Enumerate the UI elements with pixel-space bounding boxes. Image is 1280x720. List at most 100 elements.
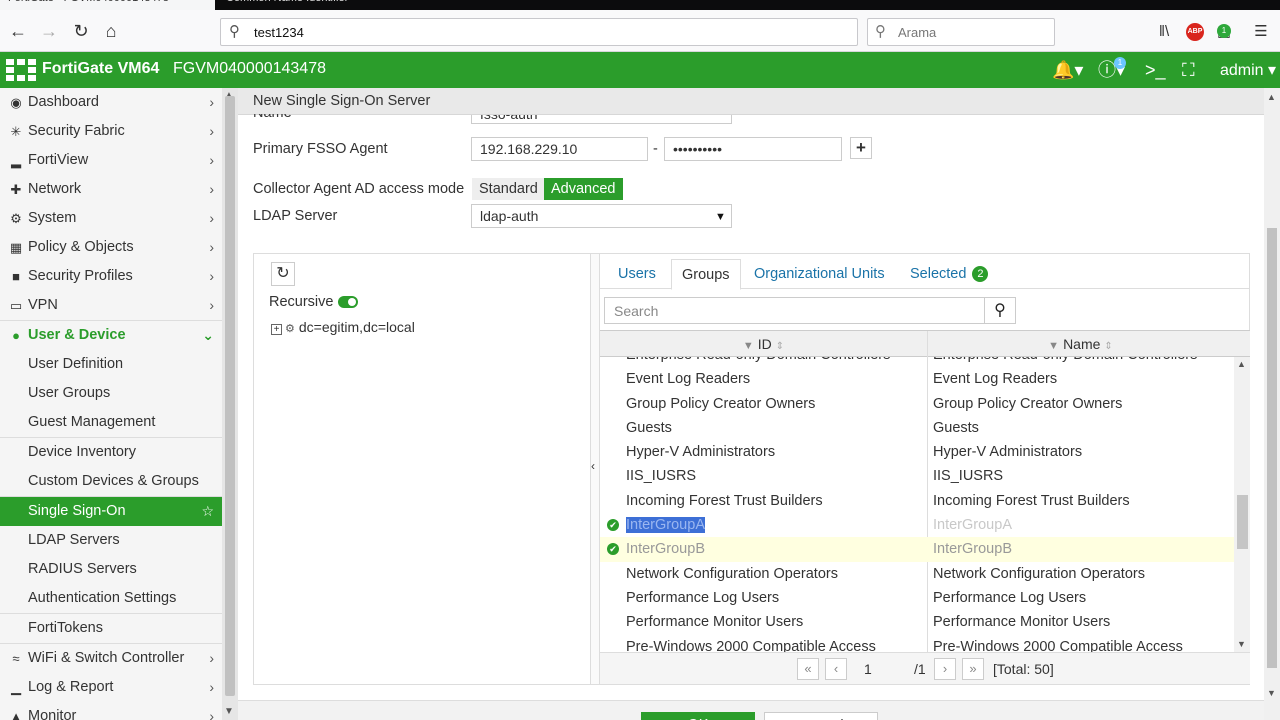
sidebar-item-security-fabric[interactable]: ✳ Security Fabric › (0, 117, 222, 146)
table-row[interactable]: Guests Guests (600, 416, 1234, 440)
table-row[interactable]: Performance Log Users Performance Log Use… (600, 586, 1234, 610)
expand-icon[interactable]: + (271, 324, 282, 335)
table-row[interactable]: IIS_IUSRS IIS_IUSRS (600, 464, 1234, 488)
table-row[interactable]: Hyper-V Administrators Hyper-V Administra… (600, 440, 1234, 464)
fullscreen-icon[interactable]: ⛶ (1182, 58, 1195, 82)
scrollbar-thumb[interactable] (225, 96, 235, 696)
sidebar-item-vpn[interactable]: ▭ VPN › (0, 291, 222, 320)
sort-icon[interactable]: ⇕ (776, 341, 784, 352)
browser-search-input[interactable]: ⚲ Arama (867, 18, 1055, 46)
browser-tab[interactable]: FortiGate - FGVM040000143478 (0, 0, 215, 10)
prev-page-button[interactable]: ‹ (825, 658, 847, 680)
table-row[interactable]: ✔ InterGroupA InterGroupA (600, 513, 1234, 537)
sidebar-item-log-report[interactable]: ▁ Log & Report › (0, 673, 222, 702)
gear-icon: ⚙ (10, 211, 22, 226)
scroll-down-icon[interactable]: ▼ (1267, 688, 1276, 698)
sidebar-item-device-inventory[interactable]: Device Inventory (0, 438, 222, 467)
tree-node[interactable]: + ⚙ dc=egitim,dc=local (271, 319, 415, 335)
cell-name: InterGroupA (933, 517, 1012, 534)
sidebar-item-user-device[interactable]: ● User & Device ⌄ (0, 321, 222, 350)
sidebar-item-fortiview[interactable]: ▂ FortiView › (0, 146, 222, 175)
first-page-button[interactable]: « (797, 658, 819, 680)
sidebar-item-wifi-switch[interactable]: ≈ WiFi & Switch Controller › (0, 644, 222, 673)
sidebar-item-fortitokens[interactable]: FortiTokens (0, 614, 222, 643)
table-row[interactable]: Incoming Forest Trust Builders Incoming F… (600, 489, 1234, 513)
cancel-button[interactable]: Cancel (764, 712, 878, 720)
table-row[interactable]: Event Log Readers Event Log Readers (600, 367, 1234, 391)
sidebar-item-security-profiles[interactable]: ■ Security Profiles › (0, 262, 222, 291)
url-bar[interactable]: ⚲ test1234 (220, 18, 858, 46)
table-row[interactable]: ✔ InterGroupB InterGroupB (600, 537, 1234, 562)
page-scrollbar[interactable]: ▲ ▼ (1264, 88, 1280, 720)
star-icon[interactable]: ☆ (201, 497, 214, 526)
selected-count-badge: 2 (972, 266, 989, 282)
group-search-input[interactable]: Search (604, 297, 985, 324)
sidebar-item-network[interactable]: ✚ Network › (0, 175, 222, 204)
refresh-button[interactable]: ↻ (271, 262, 295, 286)
adblock-icon[interactable]: ABP (1186, 23, 1204, 41)
sort-icon[interactable]: ⇕ (1104, 341, 1112, 352)
agent-ip-input[interactable]: 192.168.229.10 (471, 137, 648, 161)
sidebar-item-dashboard[interactable]: ◉ Dashboard › (0, 88, 222, 117)
sidebar-item-user-definition[interactable]: User Definition (0, 350, 222, 379)
filter-icon[interactable]: ▼ (743, 340, 754, 352)
tab-groups[interactable]: Groups (671, 259, 741, 290)
reload-icon[interactable]: ↻ (69, 19, 93, 43)
scroll-down-icon[interactable]: ▼ (1237, 639, 1246, 649)
sidebar-scrollbar[interactable]: ▲ ▼ (222, 88, 238, 720)
chevron-right-icon: › (209, 268, 214, 284)
addon-badge: 1 (1217, 24, 1231, 38)
ok-button[interactable]: OK (641, 712, 755, 720)
tab-organizational-units[interactable]: Organizational Units (744, 259, 895, 290)
tab-selected[interactable]: Selected 2 (900, 259, 998, 290)
sidebar-item-user-groups[interactable]: User Groups (0, 379, 222, 408)
scrollbar-thumb[interactable] (1237, 495, 1248, 549)
agent-password-input[interactable]: •••••••••• (664, 137, 842, 161)
last-page-button[interactable]: » (962, 658, 984, 680)
sidebar-item-ldap-servers[interactable]: LDAP Servers (0, 526, 222, 555)
admin-menu[interactable]: admin ▾ (1220, 60, 1276, 80)
ldap-server-select[interactable]: ldap-auth ▼ (471, 204, 732, 228)
table-row[interactable]: Pre-Windows 2000 Compatible Access Pre-Wi… (600, 635, 1234, 652)
table-row[interactable]: Group Policy Creator Owners Group Policy … (600, 392, 1234, 416)
table-row[interactable]: Performance Monitor Users Performance Mon… (600, 610, 1234, 634)
collapse-left-icon[interactable]: ‹ (591, 459, 595, 473)
sidebar-item-guest-management[interactable]: Guest Management (0, 408, 222, 437)
forward-icon[interactable]: → (37, 19, 61, 43)
mode-standard-button[interactable]: Standard (472, 178, 545, 200)
sidebar-item-label: FortiView (28, 152, 89, 168)
cli-console-icon[interactable]: >_ (1145, 58, 1166, 82)
sidebar-item-authentication-settings[interactable]: Authentication Settings (0, 584, 222, 613)
table-row[interactable]: Enterprise Read-only Domain Controllers E… (600, 357, 1234, 367)
table-scrollbar[interactable]: ▲ ▼ (1234, 357, 1250, 652)
column-header-name[interactable]: ▼ Name ⇕ (927, 331, 1234, 357)
scroll-up-icon[interactable]: ▲ (1237, 359, 1246, 369)
search-button[interactable]: ⚲ (984, 297, 1016, 324)
scroll-down-icon[interactable]: ▼ (224, 706, 234, 717)
current-page[interactable]: 1 (864, 661, 872, 677)
sidebar-item-custom-devices[interactable]: Custom Devices & Groups (0, 467, 222, 496)
mode-advanced-button[interactable]: Advanced (544, 178, 623, 200)
recursive-toggle[interactable] (338, 296, 358, 308)
sidebar-item-radius-servers[interactable]: RADIUS Servers (0, 555, 222, 584)
menu-icon[interactable]: ☰ (1249, 20, 1273, 44)
add-agent-button[interactable]: + (850, 137, 872, 159)
sidebar-item-system[interactable]: ⚙ System › (0, 204, 222, 233)
table-row[interactable]: Network Configuration Operators Network C… (600, 562, 1234, 586)
library-icon[interactable]: ‖\ (1152, 20, 1176, 44)
tab-users[interactable]: Users (608, 259, 666, 290)
filter-icon[interactable]: ▼ (1048, 340, 1059, 352)
scroll-up-icon[interactable]: ▲ (1267, 92, 1276, 102)
bell-icon[interactable]: 🔔▾ (1052, 58, 1083, 82)
scrollbar-thumb[interactable] (1267, 228, 1277, 668)
page-titlebar: New Single Sign-On Server (238, 88, 1264, 115)
pane-splitter[interactable]: ‹ (590, 254, 600, 684)
sidebar-item-policy-objects[interactable]: ▦ Policy & Objects › (0, 233, 222, 262)
back-icon[interactable]: ← (6, 19, 30, 43)
home-icon[interactable]: ⌂ (99, 19, 123, 43)
browser-tab[interactable]: Common Name Identifier (218, 0, 428, 10)
next-page-button[interactable]: › (934, 658, 956, 680)
column-header-id[interactable]: ▼ ID ⇕ (600, 331, 927, 357)
sidebar-item-monitor[interactable]: ▲ Monitor › (0, 702, 222, 720)
sidebar-item-single-sign-on[interactable]: Single Sign-On ☆ (0, 497, 222, 526)
